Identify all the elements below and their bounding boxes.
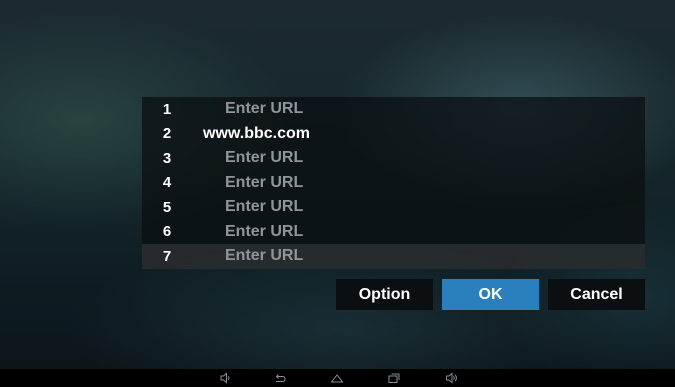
system-navigation-bar xyxy=(0,369,675,387)
url-entry[interactable]: Enter URL xyxy=(225,223,303,241)
url-entry[interactable]: Enter URL xyxy=(225,174,303,192)
row-number: 2 xyxy=(162,125,172,143)
url-row-1[interactable]: 1 Enter URL xyxy=(142,97,645,122)
row-number: 1 xyxy=(162,100,172,118)
volume-up-icon[interactable] xyxy=(445,371,459,385)
url-entry[interactable]: Enter URL xyxy=(225,198,303,216)
recent-apps-icon[interactable] xyxy=(387,371,401,385)
row-number: 3 xyxy=(162,149,172,167)
option-button[interactable]: Option xyxy=(336,279,433,310)
cancel-button[interactable]: Cancel xyxy=(548,279,645,310)
url-entry[interactable]: Enter URL xyxy=(225,247,303,265)
row-number: 5 xyxy=(162,198,172,216)
volume-down-icon[interactable] xyxy=(219,371,233,385)
home-icon[interactable] xyxy=(330,371,344,385)
ok-button[interactable]: OK xyxy=(442,279,539,310)
url-entry[interactable]: Enter URL xyxy=(225,100,303,118)
url-entry[interactable]: Enter URL xyxy=(225,149,303,167)
url-row-7-selected[interactable]: 7 Enter URL xyxy=(142,244,645,269)
url-list-panel: 1 Enter URL 2 www.bbc.com 3 Enter URL 4 … xyxy=(142,97,645,269)
back-icon[interactable] xyxy=(273,371,287,385)
url-row-5[interactable]: 5 Enter URL xyxy=(142,195,645,220)
url-row-6[interactable]: 6 Enter URL xyxy=(142,220,645,245)
row-number: 6 xyxy=(162,223,172,241)
url-row-3[interactable]: 3 Enter URL xyxy=(142,146,645,171)
url-entry[interactable]: www.bbc.com xyxy=(203,125,310,143)
row-number: 7 xyxy=(162,247,172,265)
url-row-4[interactable]: 4 Enter URL xyxy=(142,171,645,196)
url-row-2[interactable]: 2 www.bbc.com xyxy=(142,122,645,147)
row-number: 4 xyxy=(162,174,172,192)
